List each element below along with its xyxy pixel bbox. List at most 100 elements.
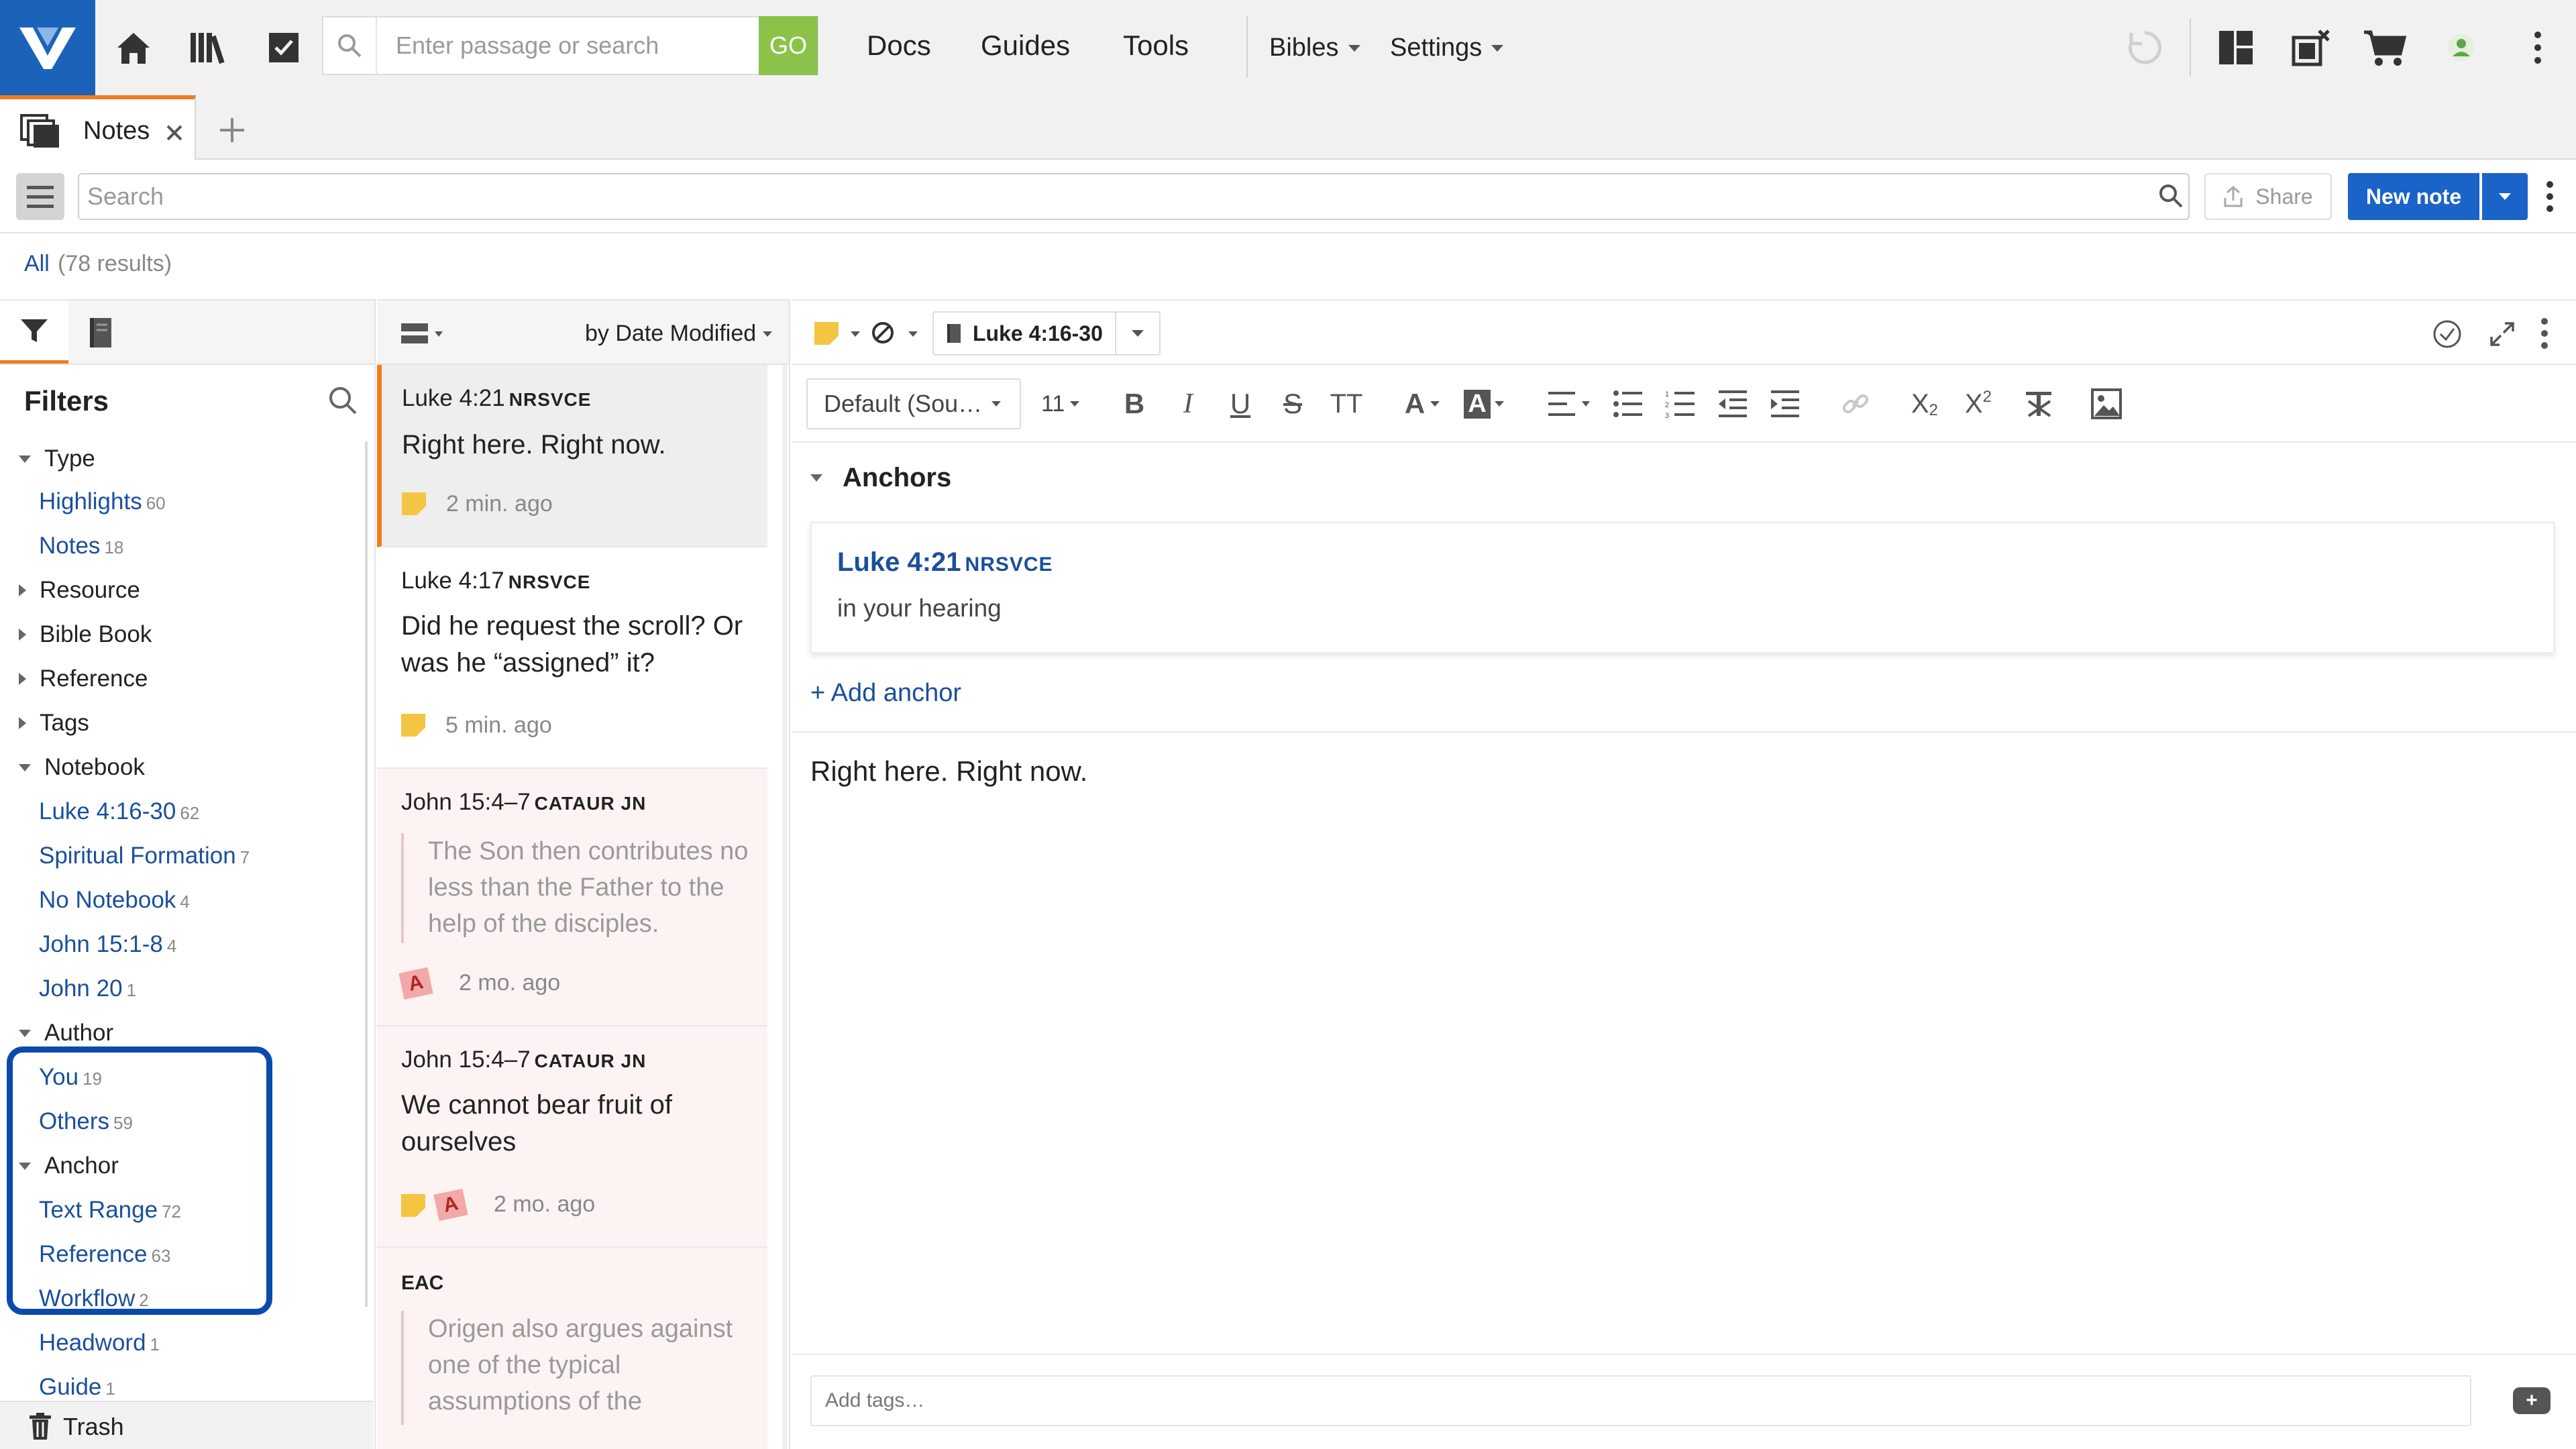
- bullet-list-icon[interactable]: [1613, 389, 1644, 419]
- bold-icon[interactable]: B: [1114, 378, 1155, 429]
- clear-formatting-icon[interactable]: [2023, 389, 2054, 419]
- note-time: 2 mo. ago: [494, 1191, 596, 1217]
- more-menu-icon[interactable]: [2501, 0, 2575, 95]
- filter-group-resource[interactable]: Resource: [19, 577, 140, 604]
- italic-icon[interactable]: I: [1167, 378, 1209, 429]
- app-logo[interactable]: [0, 0, 95, 95]
- share-button[interactable]: Share: [2204, 173, 2332, 220]
- text-size-icon[interactable]: TT: [1326, 378, 1367, 429]
- note-card[interactable]: Luke 4:17 NRSVCE Did he request the scrol…: [377, 547, 767, 769]
- filter-item-notes[interactable]: Notes 18: [39, 533, 123, 559]
- filters-scrollbar[interactable]: [365, 441, 368, 1307]
- sync-icon[interactable]: [2108, 0, 2182, 95]
- filter-item-anchor[interactable]: Guide 1: [39, 1374, 115, 1401]
- filter-group-reference[interactable]: Reference: [19, 665, 148, 692]
- filter-item-notebook[interactable]: Luke 4:16-30 62: [39, 798, 199, 825]
- expand-icon[interactable]: [2489, 321, 2516, 347]
- user-account-icon[interactable]: [2424, 0, 2498, 95]
- nav-guides[interactable]: Guides: [981, 30, 1070, 62]
- note-body-editor[interactable]: Right here. Right now.: [810, 755, 1087, 788]
- more-options-icon[interactable]: [2545, 180, 2555, 213]
- font-family-select[interactable]: Default (Sou…: [806, 378, 1021, 429]
- align-icon[interactable]: [1547, 389, 1594, 419]
- anchors-section-header[interactable]: Anchors: [810, 463, 951, 493]
- notes-search-input[interactable]: [78, 173, 2190, 220]
- svg-text:3: 3: [1665, 412, 1669, 419]
- outdent-icon[interactable]: [1717, 389, 1748, 419]
- more-options-icon[interactable]: [2540, 317, 2549, 350]
- view-mode-icon[interactable]: [400, 321, 447, 347]
- filter-group-type[interactable]: Type: [19, 445, 95, 472]
- filter-group-author[interactable]: Author: [19, 1020, 113, 1046]
- link-icon[interactable]: [1842, 390, 1869, 417]
- superscript-icon[interactable]: X2: [1957, 378, 1999, 429]
- add-anchor-link[interactable]: + Add anchor: [810, 679, 961, 708]
- chevron-down-icon: [1070, 401, 1080, 407]
- layout-icon[interactable]: [2199, 0, 2273, 95]
- search-icon: [323, 17, 377, 74]
- bibles-menu[interactable]: Bibles: [1269, 34, 1360, 62]
- note-card[interactable]: John 15:4–7 CATAUR JN The Son then contri…: [377, 769, 767, 1026]
- filter-group-tags[interactable]: Tags: [19, 710, 89, 737]
- numbered-list-icon[interactable]: 1 2 3: [1665, 389, 1696, 419]
- filter-group-bible-book[interactable]: Bible Book: [19, 621, 152, 648]
- tab-filters[interactable]: [0, 301, 68, 364]
- list-scrollbar[interactable]: [782, 365, 788, 1449]
- all-results-link[interactable]: All: [24, 251, 50, 277]
- note-card-selected[interactable]: Luke 4:21 NRSVCE Right here. Right now. 2…: [377, 365, 767, 547]
- settings-menu[interactable]: Settings: [1390, 34, 1504, 62]
- new-note-dropdown[interactable]: [2482, 173, 2528, 220]
- filter-item-notebook[interactable]: John 15:1-8 4: [39, 931, 176, 958]
- cart-icon[interactable]: [2348, 0, 2422, 95]
- passage-search-input[interactable]: [377, 19, 817, 72]
- notebooks-tab-icon[interactable]: [87, 317, 114, 349]
- home-icon[interactable]: [97, 0, 170, 95]
- library-icon[interactable]: [172, 0, 246, 95]
- notebook-selector[interactable]: Luke 4:16-30: [932, 311, 1161, 356]
- image-icon[interactable]: [2090, 388, 2123, 420]
- checkmark-icon[interactable]: [2432, 319, 2462, 349]
- filter-item-notebook[interactable]: John 20 1: [39, 975, 136, 1002]
- highlight-color-icon[interactable]: A: [1457, 378, 1511, 429]
- new-note-button[interactable]: New note: [2348, 173, 2479, 220]
- results-count: (78 results): [58, 251, 172, 276]
- anchor-reference-link[interactable]: Luke 4:21 NRSVCE: [837, 547, 1053, 578]
- strikethrough-icon[interactable]: S: [1272, 378, 1313, 429]
- note-card[interactable]: John 15:4–7 CATAUR JN We cannot bear frui…: [377, 1026, 767, 1248]
- close-icon[interactable]: [165, 123, 184, 142]
- add-tag-icon[interactable]: +: [2513, 1387, 2551, 1414]
- filter-item-anchor[interactable]: Headword 1: [39, 1330, 160, 1356]
- nav-docs[interactable]: Docs: [867, 30, 931, 62]
- tasks-icon[interactable]: [247, 0, 321, 95]
- tab-notes[interactable]: Notes: [0, 95, 196, 160]
- notebook-dropdown[interactable]: [1115, 313, 1159, 354]
- indent-icon[interactable]: [1770, 389, 1801, 419]
- filter-group-notebook[interactable]: Notebook: [19, 754, 145, 781]
- filter-item-notebook[interactable]: No Notebook 4: [39, 887, 190, 914]
- font-size-select[interactable]: 11: [1033, 378, 1093, 429]
- chevron-down-icon[interactable]: [851, 331, 860, 337]
- note-reference: John 15:4–7 CATAUR JN: [401, 1046, 646, 1073]
- note-card[interactable]: EAC Origen also argues against one of th…: [377, 1248, 767, 1449]
- subscript-icon[interactable]: X2: [1904, 378, 1945, 429]
- close-panels-icon[interactable]: [2274, 0, 2348, 95]
- filter-item-notebook[interactable]: Spiritual Formation 7: [39, 843, 250, 869]
- add-tab-icon[interactable]: [219, 117, 246, 144]
- go-button[interactable]: GO: [759, 16, 818, 75]
- sort-dropdown[interactable]: by Date Modified: [585, 321, 773, 347]
- nav-tools[interactable]: Tools: [1123, 30, 1189, 62]
- clear-style-icon[interactable]: [871, 321, 895, 345]
- sidebar-toggle-button[interactable]: [16, 173, 64, 220]
- chevron-down-icon: [763, 331, 773, 337]
- underline-icon[interactable]: U: [1220, 378, 1261, 429]
- anchor-card[interactable]: Luke 4:21 NRSVCE in your hearing: [810, 522, 2555, 653]
- tags-input[interactable]: [810, 1375, 2471, 1426]
- chevron-down-icon[interactable]: [908, 331, 918, 337]
- search-icon[interactable]: [2157, 182, 2184, 209]
- trash-row[interactable]: Trash: [0, 1401, 373, 1449]
- filter-item-highlights[interactable]: Highlights 60: [39, 488, 166, 515]
- font-color-icon[interactable]: A: [1395, 378, 1449, 429]
- filter-item-label: No Notebook: [39, 887, 176, 913]
- search-icon[interactable]: [327, 385, 358, 416]
- note-style-icon[interactable]: [814, 322, 839, 345]
